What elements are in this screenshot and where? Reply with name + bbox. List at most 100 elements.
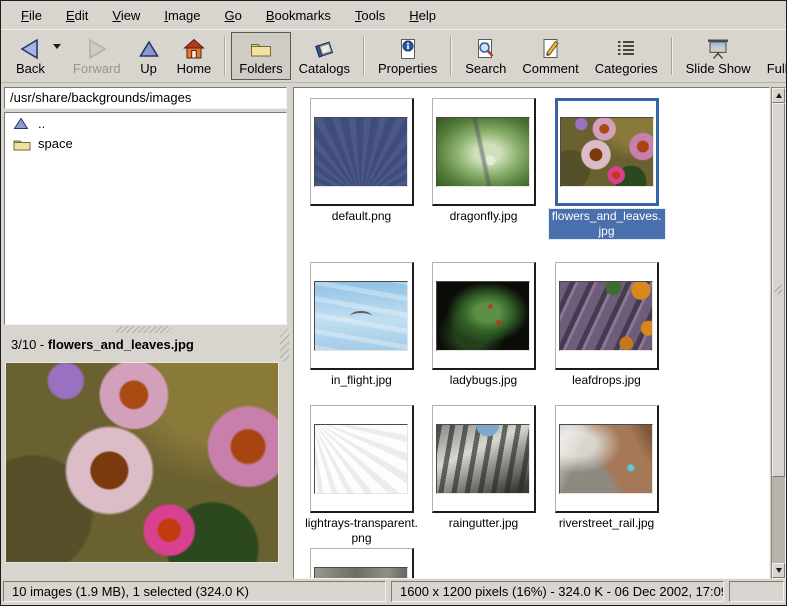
thumbnail-label: flowers_and_leaves.jpg	[549, 209, 665, 239]
thumbnail-image	[436, 281, 530, 351]
thumbnail-card	[555, 405, 659, 513]
menu-help[interactable]: Help	[397, 3, 448, 28]
comment-button[interactable]: Comment	[514, 32, 586, 80]
catalogs-label: Catalogs	[299, 61, 350, 76]
home-button[interactable]: Home	[169, 32, 220, 80]
thumbnail-image	[560, 117, 654, 187]
thumbnail-image	[436, 424, 530, 494]
thumbnail-image	[559, 424, 653, 494]
slide-show-icon	[705, 37, 731, 61]
thumbnail-image	[436, 117, 530, 187]
properties-label: Properties	[378, 61, 437, 76]
up-button[interactable]: Up	[129, 32, 169, 80]
search-label: Search	[465, 61, 506, 76]
status-bar: 10 images (1.9 MB), 1 selected (324.0 K)…	[1, 579, 786, 605]
properties-button[interactable]: Properties	[370, 32, 445, 80]
comment-icon	[539, 37, 563, 61]
categories-icon	[614, 37, 638, 61]
search-icon	[474, 37, 498, 61]
tree-item-label: space	[38, 136, 73, 151]
thumbnail-label: in_flight.jpg	[331, 373, 392, 388]
location-input[interactable]: /usr/share/backgrounds/images	[4, 87, 287, 109]
search-button[interactable]: Search	[457, 32, 514, 80]
forward-button[interactable]: Forward	[65, 32, 129, 80]
categories-label: Categories	[595, 61, 658, 76]
thumbnail-label: riverstreet_rail.jpg	[559, 516, 654, 531]
menu-bar: File Edit View Image Go Bookmarks Tools …	[1, 1, 786, 29]
comment-label: Comment	[522, 61, 578, 76]
thumbnail-ladybugs-jpg[interactable]: ladybugs.jpg	[422, 262, 545, 405]
thumbnail-dragonfly-jpg[interactable]: dragonfly.jpg	[422, 98, 545, 262]
arrow-down-icon	[776, 568, 782, 573]
folders-icon	[249, 37, 273, 61]
toolbar-separator	[450, 37, 452, 75]
selection-filename: flowers_and_leaves.jpg	[48, 337, 194, 352]
menu-tools[interactable]: Tools	[343, 3, 397, 28]
scroll-up-button[interactable]	[772, 88, 785, 103]
tree-item-parent[interactable]: ..	[5, 113, 286, 133]
forward-label: Forward	[73, 61, 121, 76]
status-filler	[729, 581, 784, 602]
thumbnail-riverstreet-rail-jpg[interactable]: riverstreet_rail.jpg	[545, 405, 668, 548]
tree-item-label: ..	[38, 116, 45, 131]
toolbar-separator	[671, 37, 673, 75]
thumbnail-card	[555, 98, 659, 206]
menu-image[interactable]: Image	[152, 3, 212, 28]
thumbnail-grid: default.png dragonfly.jpg flowers_and_le…	[294, 88, 769, 578]
thumbnail-label: leafdrops.jpg	[572, 373, 641, 388]
folders-label: Folders	[239, 61, 282, 76]
full-screen-button[interactable]: Full Screen	[759, 32, 787, 80]
slide-show-button[interactable]: Slide Show	[678, 32, 759, 80]
thumbnail-leafdrops-jpg[interactable]: leafdrops.jpg	[545, 262, 668, 405]
image-list-pane: default.png dragonfly.jpg flowers_and_le…	[293, 87, 770, 579]
home-icon	[182, 37, 206, 61]
thumbnail-image	[559, 281, 653, 351]
properties-icon	[396, 37, 420, 61]
folders-button[interactable]: Folders	[231, 32, 290, 80]
up-dir-icon	[13, 117, 31, 131]
thumbnail-scrollbar[interactable]	[771, 87, 786, 579]
thumbnail-card	[432, 98, 536, 206]
preview-image	[5, 362, 279, 563]
slide-show-label: Slide Show	[686, 61, 751, 76]
catalogs-button[interactable]: Catalogs	[291, 32, 358, 80]
thumbnail-raingutter-jpg[interactable]: raingutter.jpg	[422, 405, 545, 548]
selection-separator: -	[36, 337, 48, 352]
thumbnail-default-png[interactable]: default.png	[301, 98, 422, 262]
tree-item-space[interactable]: space	[5, 133, 286, 153]
back-button[interactable]: Back	[8, 32, 53, 80]
folder-icon	[13, 137, 31, 151]
forward-icon	[84, 37, 110, 61]
selection-info: 3/10 - flowers_and_leaves.jpg	[4, 332, 280, 358]
app-window: File Edit View Image Go Bookmarks Tools …	[0, 0, 787, 606]
thumbnail-label: default.png	[332, 209, 391, 224]
thumbnail-in-flight-jpg[interactable]: in_flight.jpg	[301, 262, 422, 405]
menu-bookmarks[interactable]: Bookmarks	[254, 3, 343, 28]
menu-go[interactable]: Go	[212, 3, 253, 28]
menu-edit[interactable]: Edit	[54, 3, 100, 28]
thumbnail-card	[310, 548, 414, 579]
thumbnail-card	[432, 262, 536, 370]
scrollbar-thumb[interactable]	[772, 103, 785, 477]
arrow-up-icon	[776, 93, 782, 98]
scroll-down-button[interactable]	[772, 563, 785, 578]
toolbar-separator	[224, 37, 226, 75]
thumbnail-lightrays-transparent-png[interactable]: lightrays-transparent.png	[301, 405, 422, 548]
categories-button[interactable]: Categories	[587, 32, 666, 80]
menu-file[interactable]: File	[9, 3, 54, 28]
thumbnail-image	[314, 281, 408, 351]
folder-tree: .. space	[4, 112, 287, 325]
catalogs-icon	[312, 37, 336, 61]
vertical-splitter-grip[interactable]	[280, 329, 289, 361]
thumbnail-flowers-and-leaves-jpg-selected[interactable]: flowers_and_leaves.jpg	[545, 98, 668, 262]
thumbnail-card	[310, 98, 414, 206]
menu-view[interactable]: View	[100, 3, 152, 28]
thumbnail-card	[310, 262, 414, 370]
status-image-count: 10 images (1.9 MB), 1 selected (324.0 K)	[3, 581, 386, 602]
thumbnail-card	[310, 405, 414, 513]
back-history-dropdown[interactable]	[53, 32, 65, 80]
status-image-details: 1600 x 1200 pixels (16%) - 324.0 K - 06 …	[391, 581, 724, 602]
thumbnail-partial[interactable]	[301, 548, 422, 579]
thumbnail-image	[314, 567, 408, 580]
thumbnail-image	[314, 424, 408, 494]
